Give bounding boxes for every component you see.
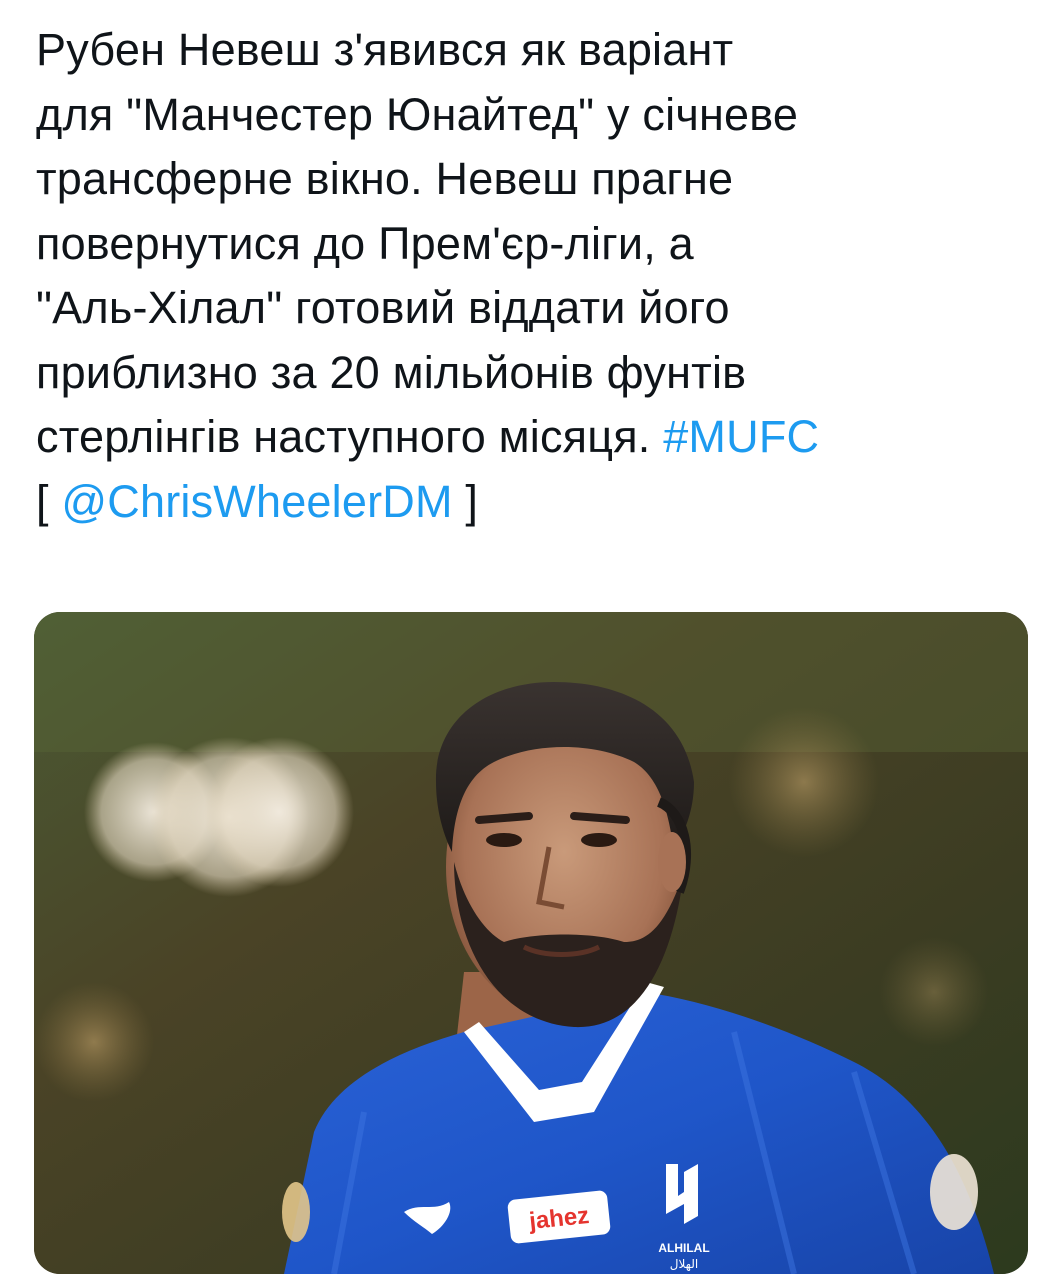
tweet-text-line: трансферне вікно. Невеш прагне bbox=[36, 153, 734, 204]
tweet: Рубен Невеш з'явився як варіант для "Ман… bbox=[0, 0, 1060, 1280]
mention-link[interactable]: @ChrisWheelerDM bbox=[61, 476, 452, 527]
mention-line: [ @ChrisWheelerDM ] bbox=[36, 470, 1026, 535]
bracket-close: ] bbox=[465, 475, 479, 527]
club-crest-text: ALHILAL bbox=[658, 1241, 709, 1255]
tweet-text: Рубен Невеш з'явився як варіант для "Ман… bbox=[36, 18, 1026, 534]
bracket-open: [ bbox=[36, 475, 49, 527]
tweet-text-line: "Аль-Хілал" готовий віддати його bbox=[36, 282, 730, 333]
hashtag-link[interactable]: #MUFC bbox=[663, 411, 819, 462]
tweet-text-line: приблизно за 20 мільйонів фунтів bbox=[36, 346, 747, 398]
tweet-text-line: стерлінгів наступного місяця. bbox=[36, 411, 651, 462]
tweet-text-line: для "Манчестер Юнайтед" у січневе bbox=[36, 88, 799, 140]
tweet-text-line: повернутися до Прем'єр-ліги, а bbox=[36, 217, 694, 269]
sleeve-patch-icon bbox=[930, 1154, 978, 1230]
tweet-text-line-with-hashtag: стерлінгів наступного місяця. #MUFC bbox=[36, 405, 1026, 470]
player-photo: jahez ALHILAL الهلال bbox=[34, 612, 1028, 1274]
tweet-media-photo[interactable]: jahez ALHILAL الهلال bbox=[34, 612, 1028, 1274]
sleeve-patch-icon bbox=[282, 1182, 310, 1242]
tweet-text-line: Рубен Невеш з'явився як варіант bbox=[36, 24, 734, 75]
club-crest-arabic: الهلال bbox=[670, 1257, 698, 1271]
